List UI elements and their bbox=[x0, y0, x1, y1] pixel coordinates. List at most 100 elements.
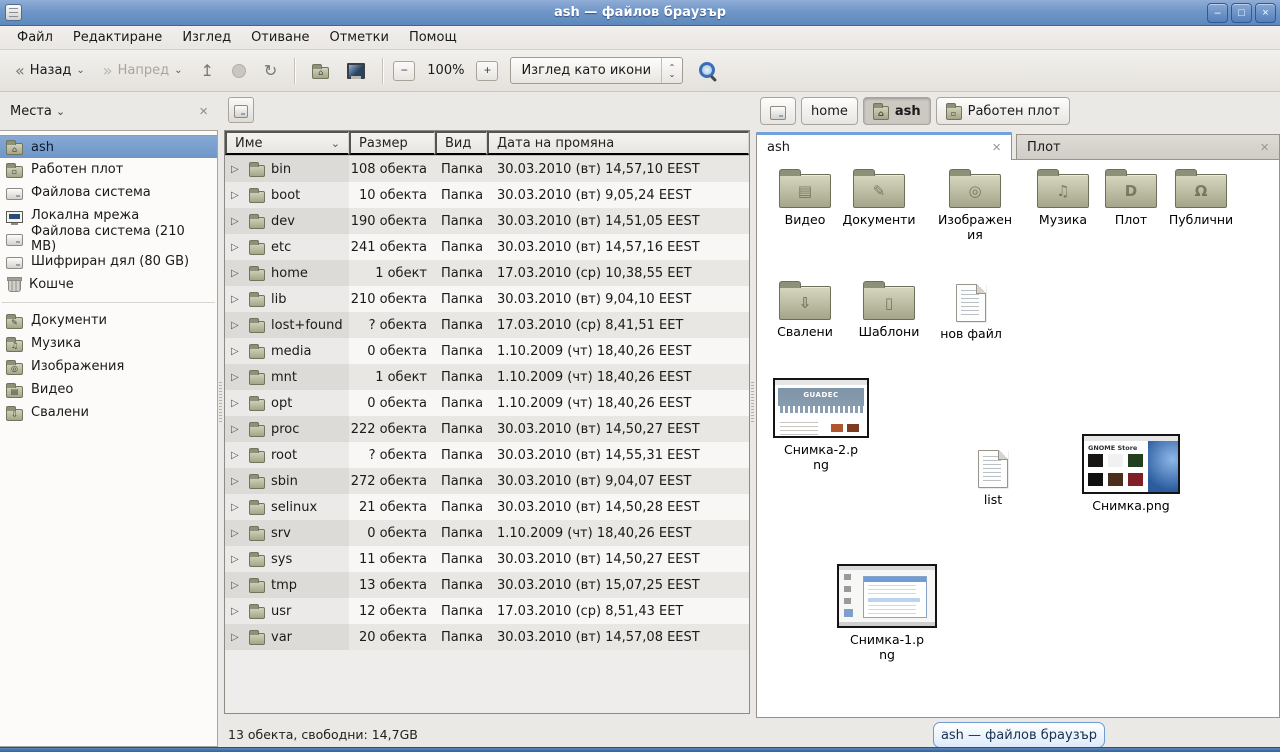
table-row[interactable]: ▷ srv 0 обекта Папка 1.10.2009 (чт) 18,4… bbox=[225, 520, 749, 546]
expander-icon[interactable]: ▷ bbox=[231, 164, 243, 175]
table-row[interactable]: ▷ proc 222 обекта Папка 30.03.2010 (вт) … bbox=[225, 416, 749, 442]
file-item-downloads[interactable]: ⇩ Свалени bbox=[761, 278, 849, 339]
row-size: 272 обекта bbox=[349, 468, 435, 494]
table-row[interactable]: ▷ dev 190 обекта Папка 30.03.2010 (вт) 1… bbox=[225, 208, 749, 234]
computer-button[interactable] bbox=[340, 58, 372, 84]
table-row[interactable]: ▷ sbin 272 обекта Папка 30.03.2010 (вт) … bbox=[225, 468, 749, 494]
tree-root-button[interactable] bbox=[228, 97, 254, 123]
sidebar-place-item[interactable]: Шифриран дял (80 GB) bbox=[0, 250, 217, 273]
column-header-name[interactable]: Име ⌄ bbox=[225, 131, 349, 155]
search-icon[interactable] bbox=[699, 62, 717, 80]
zoom-out-button[interactable]: − bbox=[393, 61, 415, 81]
table-row[interactable]: ▷ mnt 1 обект Папка 1.10.2009 (чт) 18,40… bbox=[225, 364, 749, 390]
expander-icon[interactable]: ▷ bbox=[231, 190, 243, 201]
tab-Плот[interactable]: Плот × bbox=[1016, 134, 1280, 160]
table-row[interactable]: ▷ boot 10 обекта Папка 30.03.2010 (вт) 9… bbox=[225, 182, 749, 208]
column-header-size[interactable]: Размер bbox=[349, 131, 435, 155]
column-header-date[interactable]: Дата на промяна bbox=[487, 131, 749, 155]
table-row[interactable]: ▷ selinux 21 обекта Папка 30.03.2010 (вт… bbox=[225, 494, 749, 520]
folder-icon: ✎ bbox=[853, 174, 905, 208]
expander-icon[interactable]: ▷ bbox=[231, 450, 243, 461]
icon-view[interactable]: ▤ Видео ✎ Документи ◎ Изображения ♫ Музи… bbox=[756, 159, 1280, 718]
pathbar-button-home[interactable]: home bbox=[801, 97, 858, 125]
sidebar-place-item[interactable]: Работен плот bbox=[0, 158, 217, 181]
sidebar-place-item[interactable]: Документи bbox=[0, 309, 217, 332]
table-row[interactable]: ▷ sys 11 обекта Папка 30.03.2010 (вт) 14… bbox=[225, 546, 749, 572]
expander-icon[interactable]: ▷ bbox=[231, 606, 243, 617]
table-row[interactable]: ▷ var 20 обекта Папка 30.03.2010 (вт) 14… bbox=[225, 624, 749, 650]
menu-item-Файл[interactable]: Файл bbox=[8, 28, 62, 47]
file-item-images[interactable]: ◎ Изображения bbox=[931, 166, 1019, 242]
menu-item-Изглед[interactable]: Изглед bbox=[173, 28, 240, 47]
maximize-button[interactable]: □ bbox=[1231, 3, 1252, 23]
file-item-documents[interactable]: ✎ Документи bbox=[835, 166, 923, 227]
expander-icon[interactable]: ▷ bbox=[231, 216, 243, 227]
sidebar-place-item[interactable]: Свалени bbox=[0, 401, 217, 424]
menu-item-Редактиране[interactable]: Редактиране bbox=[64, 28, 171, 47]
row-type: Папка bbox=[435, 624, 487, 650]
column-header-type[interactable]: Вид bbox=[435, 131, 487, 155]
menu-item-Помощ[interactable]: Помощ bbox=[400, 28, 466, 47]
pathbar-button-ash[interactable]: ash bbox=[863, 97, 931, 125]
file-item-snimka2[interactable]: GUADEC Снимка-2.png bbox=[765, 378, 877, 472]
pathbar-button-Работен плот[interactable]: Работен плот bbox=[936, 97, 1070, 125]
expander-icon[interactable]: ▷ bbox=[231, 242, 243, 253]
table-row[interactable]: ▷ media 0 обекта Папка 1.10.2009 (чт) 18… bbox=[225, 338, 749, 364]
back-button[interactable]: « Назад ⌄ bbox=[8, 58, 92, 84]
file-item-newfile[interactable]: нов файл bbox=[927, 280, 1015, 341]
table-row[interactable]: ▷ tmp 13 обекта Папка 30.03.2010 (вт) 15… bbox=[225, 572, 749, 598]
sidebar-place-item[interactable]: Файлова система bbox=[0, 181, 217, 204]
table-row[interactable]: ▷ bin 108 обекта Папка 30.03.2010 (вт) 1… bbox=[225, 156, 749, 182]
expander-icon[interactable]: ▷ bbox=[231, 424, 243, 435]
minimize-button[interactable]: – bbox=[1207, 3, 1228, 23]
zoom-in-button[interactable]: + bbox=[476, 61, 498, 81]
expander-icon[interactable]: ▷ bbox=[231, 528, 243, 539]
taskbar-window-button[interactable]: ash — файлов браузър bbox=[933, 722, 1105, 748]
up-button[interactable]: ↥ bbox=[193, 58, 220, 84]
sidebar-place-item[interactable]: Видео bbox=[0, 378, 217, 401]
tab-close-icon[interactable]: × bbox=[992, 139, 1001, 156]
sidebar-place-item[interactable]: ash bbox=[0, 135, 217, 158]
view-mode-select[interactable]: Изглед като икони ⌃⌄ bbox=[510, 57, 683, 84]
table-row[interactable]: ▷ lib 210 обекта Папка 30.03.2010 (вт) 9… bbox=[225, 286, 749, 312]
expander-icon[interactable]: ▷ bbox=[231, 398, 243, 409]
sidebar-place-item[interactable]: Изображения bbox=[0, 355, 217, 378]
expander-icon[interactable]: ▷ bbox=[231, 580, 243, 591]
table-row[interactable]: ▷ lost+found ? обекта Папка 17.03.2010 (… bbox=[225, 312, 749, 338]
table-row[interactable]: ▷ etc 241 обекта Папка 30.03.2010 (вт) 1… bbox=[225, 234, 749, 260]
file-item-snimka1[interactable]: Снимка-1.png bbox=[831, 564, 943, 662]
sidebar-title[interactable]: Места bbox=[10, 104, 52, 119]
expander-icon[interactable]: ▷ bbox=[231, 320, 243, 331]
stop-button[interactable] bbox=[225, 59, 253, 83]
expander-icon[interactable]: ▷ bbox=[231, 294, 243, 305]
pathbar-button-root[interactable] bbox=[760, 97, 796, 125]
reload-button[interactable]: ↻ bbox=[257, 58, 284, 84]
close-button[interactable]: × bbox=[1255, 3, 1276, 23]
expander-icon[interactable]: ▷ bbox=[231, 502, 243, 513]
expander-icon[interactable]: ▷ bbox=[231, 372, 243, 383]
sidebar-place-item[interactable]: Кошче bbox=[0, 273, 217, 296]
home-button[interactable] bbox=[305, 58, 336, 84]
expander-icon[interactable]: ▷ bbox=[231, 268, 243, 279]
expander-icon[interactable]: ▷ bbox=[231, 346, 243, 357]
expander-icon[interactable]: ▷ bbox=[231, 476, 243, 487]
menu-item-Отиване[interactable]: Отиване bbox=[242, 28, 318, 47]
tab-ash[interactable]: ash × bbox=[756, 132, 1012, 160]
table-row[interactable]: ▷ root ? обекта Папка 30.03.2010 (вт) 14… bbox=[225, 442, 749, 468]
file-item-snimka[interactable]: GNOME Store Снимка.png bbox=[1075, 434, 1187, 513]
expander-icon[interactable]: ▷ bbox=[231, 554, 243, 565]
tab-close-icon[interactable]: × bbox=[1260, 139, 1269, 156]
file-item-templates[interactable]: ▯ Шаблони bbox=[845, 278, 933, 339]
sidebar-place-item[interactable]: Файлова система (210 MB) bbox=[0, 227, 217, 250]
sidebar-close-icon[interactable]: × bbox=[199, 103, 208, 120]
forward-button[interactable]: » Напред ⌄ bbox=[96, 58, 190, 84]
file-item-list[interactable]: list bbox=[949, 446, 1037, 507]
sidebar-place-item[interactable]: Музика bbox=[0, 332, 217, 355]
table-row[interactable]: ▷ usr 12 обекта Папка 17.03.2010 (ср) 8,… bbox=[225, 598, 749, 624]
table-row[interactable]: ▷ home 1 обект Папка 17.03.2010 (ср) 10,… bbox=[225, 260, 749, 286]
table-row[interactable]: ▷ opt 0 обекта Папка 1.10.2009 (чт) 18,4… bbox=[225, 390, 749, 416]
menu-item-Отметки[interactable]: Отметки bbox=[320, 28, 397, 47]
expander-icon[interactable]: ▷ bbox=[231, 632, 243, 643]
file-item-public[interactable]: Ω Публични bbox=[1157, 166, 1245, 227]
row-size: 241 обекта bbox=[349, 234, 435, 260]
